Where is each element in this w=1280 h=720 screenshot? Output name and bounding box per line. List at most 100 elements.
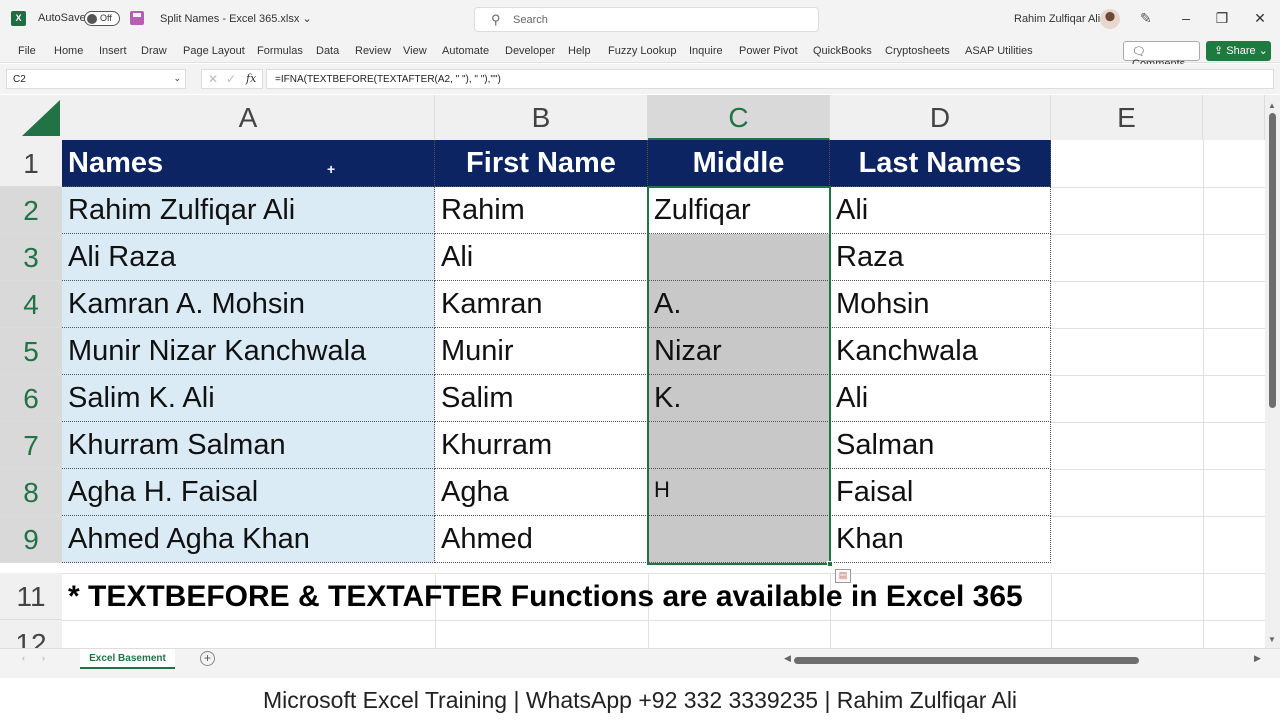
tab-help[interactable]: Help <box>568 45 591 57</box>
cell-a5[interactable]: Munir Nizar Kanchwala <box>62 328 435 375</box>
cell-c3[interactable] <box>648 234 830 281</box>
cancel-icon[interactable]: ✕ <box>208 72 218 86</box>
tab-formulas[interactable]: Formulas <box>257 45 303 57</box>
cell-a9[interactable]: Ahmed Agha Khan <box>62 516 435 563</box>
cell-b1[interactable]: First Name <box>435 140 648 187</box>
cell-d5[interactable]: Kanchwala <box>830 328 1051 375</box>
column-header-c[interactable]: C <box>648 95 830 140</box>
tab-developer[interactable]: Developer <box>505 45 555 57</box>
row-header-12[interactable]: 12 <box>0 620 62 648</box>
scroll-up-icon[interactable]: ▲ <box>1268 101 1276 110</box>
cell-d8[interactable]: Faisal <box>830 469 1051 516</box>
autosave-toggle[interactable]: Off <box>84 11 120 26</box>
scroll-right-icon[interactable]: ▶ <box>1254 653 1261 664</box>
user-name[interactable]: Rahim Zulfiqar Ali <box>1014 13 1100 25</box>
tab-power-pivot[interactable]: Power Pivot <box>739 45 798 57</box>
cell-a8[interactable]: Agha H. Faisal <box>62 469 435 516</box>
tab-data[interactable]: Data <box>316 45 339 57</box>
fill-handle[interactable] <box>827 561 833 567</box>
cell-c7[interactable] <box>648 422 830 469</box>
chevron-down-icon[interactable]: ⌄ <box>173 73 181 84</box>
cell-c8[interactable]: H <box>648 469 830 516</box>
row-header-5[interactable]: 5 <box>0 328 62 375</box>
row-header-11[interactable]: 11 <box>0 573 62 620</box>
cell-b4[interactable]: Kamran <box>435 281 648 328</box>
cell-a7[interactable]: Khurram Salman <box>62 422 435 469</box>
tab-file[interactable]: File <box>18 45 36 57</box>
row-header-2[interactable]: 2 <box>0 187 62 234</box>
minimize-button[interactable]: – <box>1176 10 1196 26</box>
cell-c2[interactable]: Zulfiqar <box>648 187 830 234</box>
column-header-f[interactable] <box>1203 95 1265 140</box>
cell-a4[interactable]: Kamran A. Mohsin <box>62 281 435 328</box>
cell-b3[interactable]: Ali <box>435 234 648 281</box>
cell-d6[interactable]: Ali <box>830 375 1051 422</box>
tab-home[interactable]: Home <box>54 45 83 57</box>
share-button[interactable]: ⇪ Share ⌄ <box>1206 41 1271 61</box>
worksheet-grid[interactable]: A B C D E 1 2 3 4 5 6 7 8 9 11 12 Names … <box>0 95 1265 648</box>
close-button[interactable]: ✕ <box>1250 10 1270 27</box>
column-header-b[interactable]: B <box>435 95 648 140</box>
cell-a3[interactable]: Ali Raza <box>62 234 435 281</box>
row-header-8[interactable]: 8 <box>0 469 62 516</box>
cell-a1[interactable]: Names <box>62 140 435 187</box>
cell-a6[interactable]: Salim K. Ali <box>62 375 435 422</box>
save-icon[interactable] <box>130 11 144 25</box>
insert-function-icon[interactable]: fx <box>246 72 256 85</box>
enter-icon[interactable]: ✓ <box>226 72 236 86</box>
column-header-e[interactable]: E <box>1051 95 1203 140</box>
cell-d3[interactable]: Raza <box>830 234 1051 281</box>
prev-sheet-icon[interactable]: ‹ <box>22 653 25 663</box>
cell-d1[interactable]: Last Names <box>830 140 1051 187</box>
cell-b2[interactable]: Rahim <box>435 187 648 234</box>
horizontal-scrollbar[interactable]: ◀ ▶ <box>780 653 1265 666</box>
cell-c5[interactable]: Nizar <box>648 328 830 375</box>
add-sheet-button[interactable]: + <box>200 651 215 666</box>
cell-b7[interactable]: Khurram <box>435 422 648 469</box>
select-all-button[interactable] <box>0 95 62 140</box>
tab-review[interactable]: Review <box>355 45 391 57</box>
cell-d4[interactable]: Mohsin <box>830 281 1051 328</box>
column-header-d[interactable]: D <box>830 95 1051 140</box>
row-header-6[interactable]: 6 <box>0 375 62 422</box>
row-header-4[interactable]: 4 <box>0 281 62 328</box>
horizontal-scroll-thumb[interactable] <box>794 657 1139 664</box>
cell-b5[interactable]: Munir <box>435 328 648 375</box>
scroll-down-icon[interactable]: ▼ <box>1268 635 1276 644</box>
cell-c6[interactable]: K. <box>648 375 830 422</box>
row-header-1[interactable]: 1 <box>0 140 62 187</box>
cell-b6[interactable]: Salim <box>435 375 648 422</box>
document-title[interactable]: Split Names - Excel 365.xlsx ⌄ <box>160 12 312 25</box>
tab-asap-utilities[interactable]: ASAP Utilities <box>965 45 1033 57</box>
cell-d9[interactable]: Khan <box>830 516 1051 563</box>
comments-button[interactable]: 🗨 Comments <box>1123 41 1200 70</box>
pen-icon[interactable]: ✎ <box>1140 10 1152 27</box>
tab-draw[interactable]: Draw <box>141 45 167 57</box>
tab-cryptosheets[interactable]: Cryptosheets <box>885 45 950 57</box>
name-box[interactable]: C2 ⌄ <box>6 69 186 89</box>
cell-c4[interactable]: A. <box>648 281 830 328</box>
tab-quickbooks[interactable]: QuickBooks <box>813 45 872 57</box>
cell-d7[interactable]: Salman <box>830 422 1051 469</box>
tab-page-layout[interactable]: Page Layout <box>183 45 245 57</box>
avatar[interactable] <box>1100 9 1120 29</box>
tab-insert[interactable]: Insert <box>99 45 127 57</box>
next-sheet-icon[interactable]: › <box>42 653 45 663</box>
note-text[interactable]: * TEXTBEFORE & TEXTAFTER Functions are a… <box>68 580 1023 614</box>
tab-fuzzy-lookup[interactable]: Fuzzy Lookup <box>608 45 676 57</box>
tab-view[interactable]: View <box>403 45 427 57</box>
vertical-scrollbar[interactable]: ▲ ▼ <box>1265 95 1280 648</box>
row-header-9[interactable]: 9 <box>0 516 62 563</box>
cell-b8[interactable]: Agha <box>435 469 648 516</box>
tab-inquire[interactable]: Inquire <box>689 45 723 57</box>
cell-c9[interactable] <box>648 516 830 563</box>
scroll-left-icon[interactable]: ◀ <box>784 653 791 664</box>
column-header-a[interactable]: A <box>62 95 435 140</box>
cell-d2[interactable]: Ali <box>830 187 1051 234</box>
tab-automate[interactable]: Automate <box>442 45 489 57</box>
formula-input[interactable]: =IFNA(TEXTBEFORE(TEXTAFTER(A2, " "), " "… <box>266 69 1274 89</box>
sheet-tab-excel-basement[interactable]: Excel Basement <box>80 649 175 669</box>
row-header-7[interactable]: 7 <box>0 422 62 469</box>
cell-b9[interactable]: Ahmed <box>435 516 648 563</box>
cell-c1[interactable]: Middle <box>648 140 830 187</box>
